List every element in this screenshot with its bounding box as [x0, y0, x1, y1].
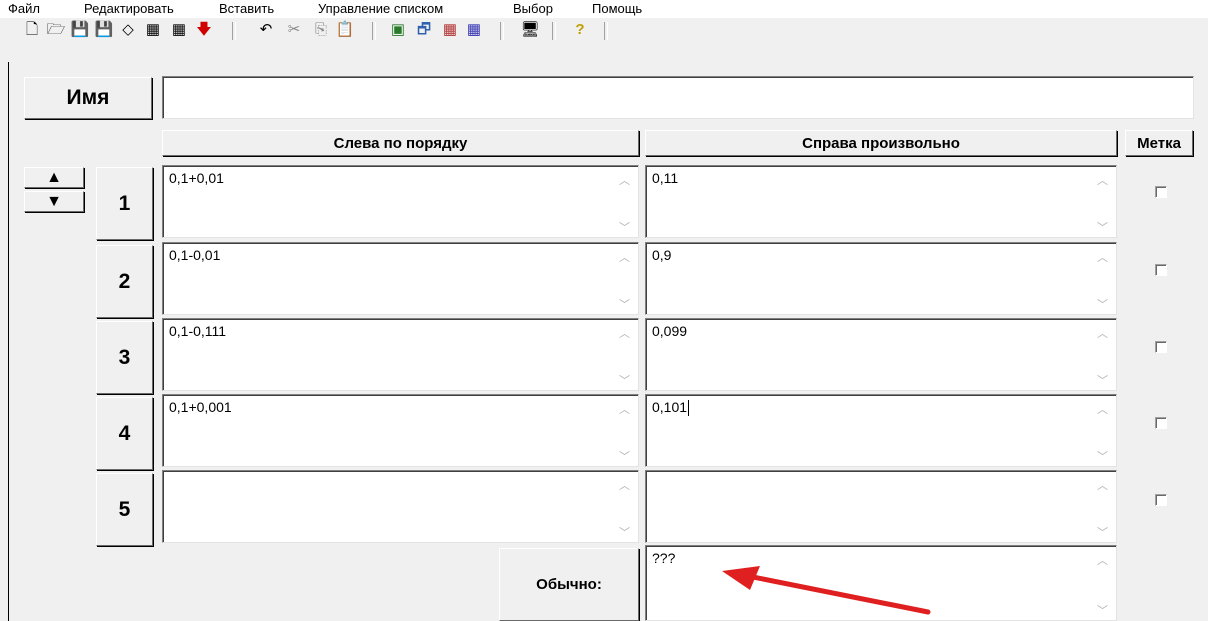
scroll-down-icon[interactable]: ﹀ [619, 219, 630, 235]
row-mark-checkbox[interactable] [1155, 264, 1167, 276]
row-right-value: 0,11 [652, 170, 679, 186]
scroll-down-icon[interactable]: ﹀ [619, 524, 630, 540]
scroll-up-icon[interactable]: ︿ [1097, 401, 1108, 417]
row-mark-checkbox[interactable] [1155, 494, 1167, 506]
toolbar-separator [604, 22, 608, 40]
tool-3-icon[interactable]: ▦ [440, 20, 460, 40]
row-right-text[interactable]: 0,9 ︿ ﹀ [645, 242, 1117, 315]
paste-icon[interactable]: 📋 [335, 20, 355, 40]
scroll-up-icon[interactable]: ︿ [1097, 172, 1108, 188]
triangle-up-icon: ▲ [46, 168, 62, 186]
name-field[interactable] [162, 76, 1194, 119]
scroll-up-icon[interactable]: ︿ [1097, 477, 1108, 493]
row-left-text[interactable]: 0,1-0,111 ︿ ﹀ [162, 318, 639, 391]
reorder-buttons: ▲ ▼ [24, 167, 84, 212]
menu-selection[interactable]: Выбор [513, 1, 553, 17]
row-left-text[interactable]: 0,1-0,01 ︿ ﹀ [162, 242, 639, 315]
row-number-button[interactable]: 3 [96, 321, 153, 394]
menu-list-management[interactable]: Управление списком [318, 1, 443, 17]
row-right-value: 0,101 [652, 399, 688, 415]
scroll-down-icon[interactable]: ﹀ [619, 296, 630, 312]
row-mark-checkbox[interactable] [1155, 186, 1167, 198]
red-down-arrow-icon[interactable]: 🡇 [194, 20, 214, 40]
move-down-button[interactable]: ▼ [24, 191, 84, 212]
new-doc-icon[interactable]: 🗋 [22, 20, 42, 40]
monitor-icon[interactable]: 🖥 [520, 20, 540, 40]
scroll-down-icon[interactable]: ﹀ [1097, 448, 1108, 464]
scroll-down-icon[interactable]: ﹀ [1097, 219, 1108, 235]
eraser-icon[interactable]: ◇ [118, 20, 138, 40]
undo-icon[interactable]: ↶ [256, 20, 276, 40]
menu-file[interactable]: Файл [8, 1, 40, 17]
triangle-down-icon: ▼ [46, 192, 62, 210]
help-icon[interactable]: ? [570, 20, 590, 40]
column-header-left: Слева по порядку [162, 130, 639, 156]
import-icon[interactable]: ▦ [143, 20, 163, 40]
row-number-button[interactable]: 4 [96, 397, 153, 470]
tool-1-icon[interactable]: ▣ [388, 20, 408, 40]
scroll-up-icon[interactable]: ︿ [619, 477, 630, 493]
row-right-text[interactable]: ︿ ﹀ [645, 470, 1117, 543]
scroll-up-icon[interactable]: ︿ [1097, 325, 1108, 341]
cut-icon[interactable]: ✂ [284, 20, 304, 40]
tool-2-icon[interactable]: 🗗 [414, 20, 434, 40]
row-number-button[interactable]: 5 [96, 473, 153, 546]
row-left-value: 0,1+0,001 [169, 399, 232, 415]
annotation-arrow [722, 566, 931, 615]
row-left-value: 0,1-0,01 [169, 247, 221, 263]
scroll-up-icon[interactable]: ︿ [619, 401, 630, 417]
scroll-down-icon[interactable]: ﹀ [1097, 372, 1108, 388]
name-label: Имя [24, 77, 152, 119]
row-number-button[interactable]: 1 [96, 167, 153, 240]
row-left-value: 0,1+0,01 [169, 170, 224, 186]
scroll-up-icon[interactable]: ︿ [619, 249, 630, 265]
toolbar-separator [232, 22, 236, 40]
copy-icon[interactable]: ⎘ [311, 20, 331, 40]
scroll-down-icon[interactable]: ﹀ [1097, 296, 1108, 312]
save-icon[interactable]: 💾 [70, 20, 90, 40]
column-header-right: Справа произвольно [645, 130, 1117, 156]
row-right-text[interactable]: 0,101 ︿ ﹀ [645, 394, 1117, 467]
scroll-down-icon[interactable]: ﹀ [1097, 602, 1108, 618]
toolbar-separator [372, 22, 376, 40]
scroll-up-icon[interactable]: ︿ [1097, 249, 1108, 265]
scroll-up-icon[interactable]: ︿ [619, 325, 630, 341]
menu-edit[interactable]: Редактировать [84, 1, 174, 17]
export-icon[interactable]: ▦ [169, 20, 189, 40]
usual-label: Обычно: [499, 548, 639, 621]
row-right-value: 0,099 [652, 323, 688, 339]
row-left-text[interactable]: ︿ ﹀ [162, 470, 639, 543]
menu-insert[interactable]: Вставить [219, 1, 274, 17]
row-right-text[interactable]: 0,099 ︿ ﹀ [645, 318, 1117, 391]
row-left-value: 0,1-0,111 [169, 323, 227, 339]
menu-bar: Файл Редактировать Вставить Управление с… [0, 0, 1208, 18]
column-header-mark: Метка [1125, 130, 1193, 156]
row-mark-checkbox[interactable] [1155, 417, 1167, 429]
text-caret [688, 400, 690, 417]
row-mark-checkbox[interactable] [1155, 341, 1167, 353]
scroll-down-icon[interactable]: ﹀ [619, 372, 630, 388]
row-left-text[interactable]: 0,1+0,001 ︿ ﹀ [162, 394, 639, 467]
move-up-button[interactable]: ▲ [24, 167, 84, 188]
toolbar-separator [500, 22, 504, 40]
usual-value: ??? [652, 550, 676, 566]
open-folder-icon[interactable]: 🗁 [46, 20, 66, 40]
scroll-down-icon[interactable]: ﹀ [619, 448, 630, 464]
save-as-icon[interactable]: 💾 [94, 20, 114, 40]
row-number-button[interactable]: 2 [96, 245, 153, 318]
toolbar-separator [552, 22, 556, 40]
scroll-up-icon[interactable]: ︿ [619, 172, 630, 188]
menu-help[interactable]: Помощь [592, 1, 642, 17]
row-right-value: 0,9 [652, 247, 672, 263]
panel-left-border [8, 62, 9, 621]
row-left-text[interactable]: 0,1+0,01 ︿ ﹀ [162, 165, 639, 238]
scroll-down-icon[interactable]: ﹀ [1097, 524, 1108, 540]
row-right-text[interactable]: 0,11 ︿ ﹀ [645, 165, 1117, 238]
scroll-up-icon[interactable]: ︿ [1097, 552, 1108, 568]
tool-4-icon[interactable]: ▦ [464, 20, 484, 40]
